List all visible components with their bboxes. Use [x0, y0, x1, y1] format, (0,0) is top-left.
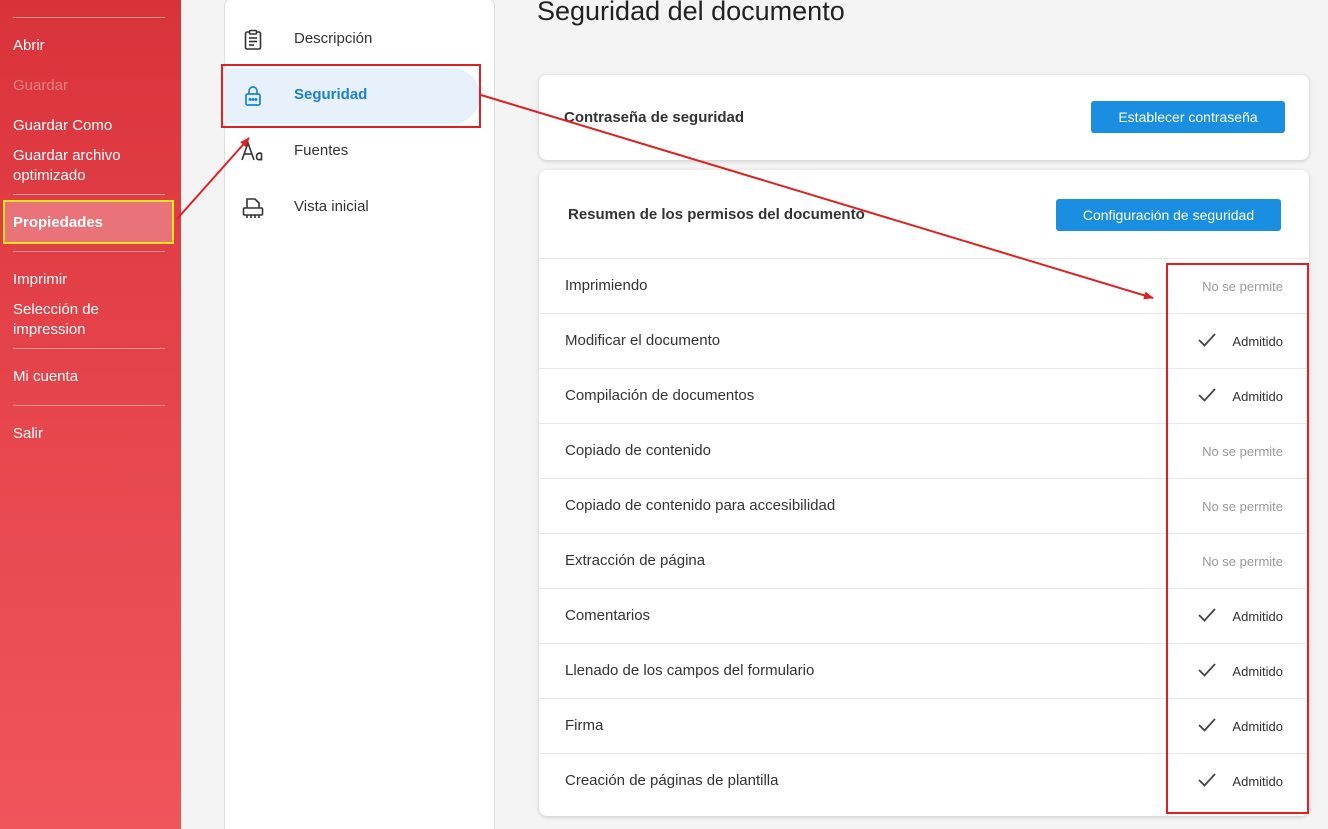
permission-status: Admitido [1232, 774, 1283, 789]
nav-item-label: Seguridad [294, 86, 368, 103]
permission-row: Copiado de contenido para accesibilidad N… [539, 478, 1309, 533]
check-icon [1198, 388, 1216, 402]
lock-icon [241, 84, 265, 108]
sidebar-item-seleccion-impresion[interactable]: Selección de impression [13, 300, 133, 340]
sidebar-divider [13, 405, 165, 406]
check-icon [1198, 608, 1216, 622]
permission-name: Copiado de contenido para accesibilidad [565, 497, 836, 514]
permission-row: Imprimiendo No se permite [539, 258, 1309, 313]
permission-name: Firma [565, 717, 604, 734]
permission-name: Copiado de contenido [565, 442, 711, 459]
permissions-card: Resumen de los permisos del documento Co… [539, 170, 1309, 816]
sidebar-item-imprimir[interactable]: Imprimir [13, 270, 173, 290]
sidebar-item-guardar: Guardar [13, 77, 69, 94]
permission-row: Creación de páginas de plantilla Admitido [539, 753, 1309, 808]
permission-name: Imprimiendo [565, 277, 648, 294]
check-icon [1198, 718, 1216, 732]
clipboard-icon [241, 28, 265, 52]
permission-row: Compilación de documentos Admitido [539, 368, 1309, 423]
sidebar-item-mi-cuenta[interactable]: Mi cuenta [13, 367, 173, 387]
password-card: Contraseña de seguridad Establecer contr… [539, 75, 1309, 160]
left-sidebar: Abrir Guardar Guardar Como Guardar archi… [0, 0, 181, 829]
nav-item-vista-inicial[interactable]: Vista inicial [224, 180, 480, 236]
font-icon [241, 140, 265, 164]
nav-item-seguridad[interactable]: Seguridad [224, 68, 480, 124]
permission-row: Copiado de contenido No se permite [539, 423, 1309, 478]
sidebar-item-guardar-optimizado[interactable]: Guardar archivo optimizado [13, 146, 153, 186]
permission-status: Admitido [1232, 719, 1283, 734]
printer-icon [241, 196, 265, 220]
check-icon [1198, 773, 1216, 787]
permission-status: No se permite [1202, 444, 1283, 459]
nav-item-label: Vista inicial [294, 198, 369, 215]
permission-status: Admitido [1232, 389, 1283, 404]
permission-name: Creación de páginas de plantilla [565, 772, 779, 789]
permission-row: Llenado de los campos del formulario Admi… [539, 643, 1309, 698]
sidebar-divider [13, 251, 165, 252]
check-icon [1198, 663, 1216, 677]
set-password-button[interactable]: Establecer contraseña [1091, 101, 1285, 133]
permission-name: Comentarios [565, 607, 651, 624]
password-card-title: Contraseña de seguridad [564, 109, 745, 126]
permission-name: Extracción de página [565, 552, 706, 569]
nav-item-label: Descripción [294, 30, 373, 47]
check-icon [1198, 333, 1216, 347]
permission-status: No se permite [1202, 499, 1283, 514]
sidebar-item-propiedades[interactable]: Propiedades [3, 200, 174, 244]
permission-status: Admitido [1232, 334, 1283, 349]
permission-name: Compilación de documentos [565, 387, 755, 404]
permission-name: Llenado de los campos del formulario [565, 662, 815, 679]
permission-status: Admitido [1232, 609, 1283, 624]
permission-row: Comentarios Admitido [539, 588, 1309, 643]
page-title: Seguridad del documento [537, 0, 845, 26]
permission-row: Firma Admitido [539, 698, 1309, 753]
sidebar-divider [13, 17, 165, 18]
nav-item-label: Fuentes [294, 142, 349, 159]
sidebar-item-salir[interactable]: Salir [13, 424, 173, 444]
sidebar-item-guardar-como[interactable]: Guardar Como [13, 116, 173, 136]
permission-status: No se permite [1202, 554, 1283, 569]
sidebar-item-abrir[interactable]: Abrir [13, 36, 173, 56]
nav-item-fuentes[interactable]: Fuentes [224, 124, 480, 180]
permission-status: No se permite [1202, 279, 1283, 294]
permissions-card-title: Resumen de los permisos del documento [568, 206, 865, 223]
sidebar-divider [13, 194, 165, 195]
permission-row: Extracción de página No se permite [539, 533, 1309, 588]
security-settings-button[interactable]: Configuración de seguridad [1056, 199, 1281, 231]
permission-status: Admitido [1232, 664, 1283, 679]
permission-row: Modificar el documento Admitido [539, 313, 1309, 368]
nav-item-descripcion[interactable]: Descripción [224, 12, 480, 68]
sidebar-divider [13, 348, 165, 349]
permission-name: Modificar el documento [565, 332, 721, 349]
